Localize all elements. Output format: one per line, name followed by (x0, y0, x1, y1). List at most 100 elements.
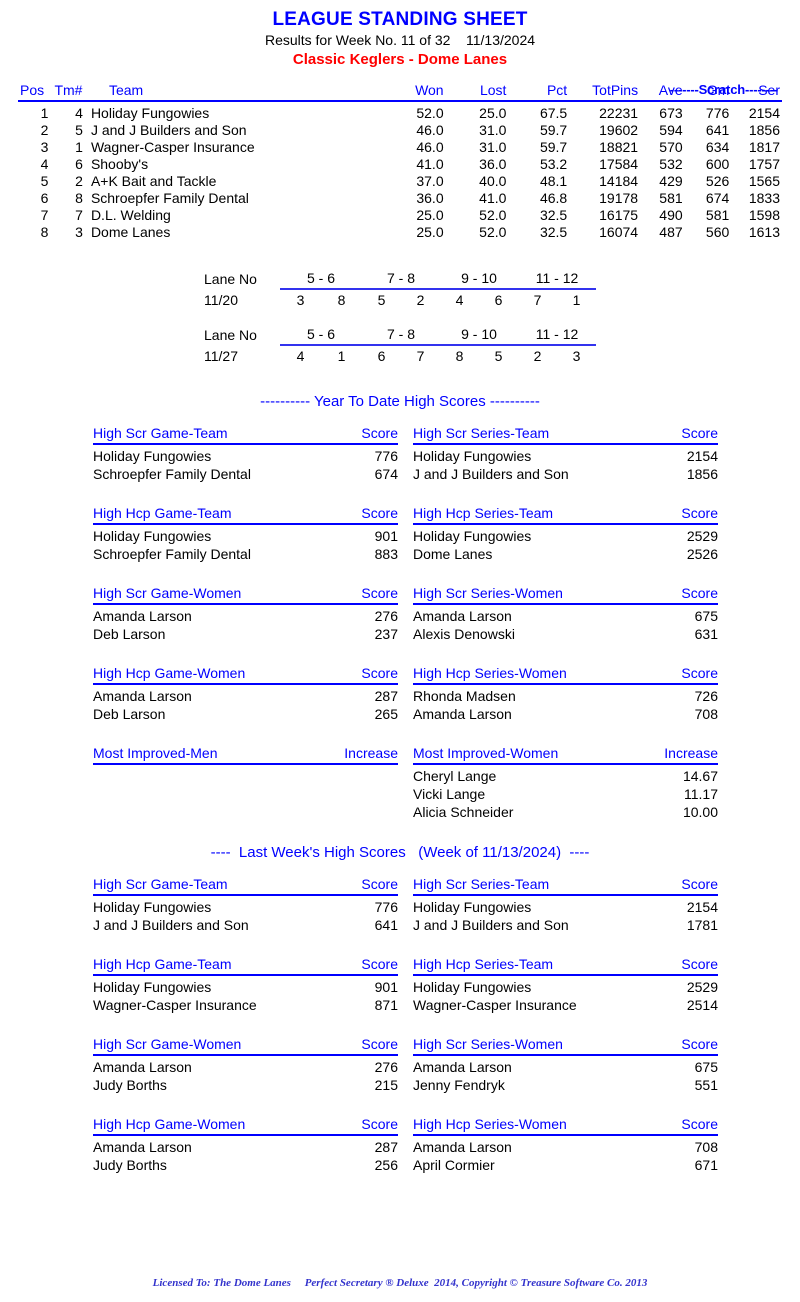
score-block-body: Holiday Fungowies 2529 Wagner-Casper Insur… (413, 976, 718, 1014)
score-block: High Hcp Game-Women Score Amanda Larson 287… (93, 665, 398, 723)
list-item: Holiday Fungowies 776 (93, 447, 398, 465)
cell-pos: 3 (40, 139, 49, 155)
cell-ser: 2154 (748, 105, 780, 121)
cell-ave: 429 (659, 173, 683, 189)
entry-value: 2529 (686, 979, 718, 995)
score-block-header: High Hcp Series-Team Score (413, 956, 718, 976)
list-item: Holiday Fungowies 776 (93, 898, 398, 916)
list-item: Rhonda Madsen 726 (413, 687, 718, 705)
entry-name: Amanda Larson (93, 1059, 192, 1075)
entry-name: Cheryl Lange (413, 768, 497, 784)
list-item: Schroepfer Family Dental 674 (93, 465, 398, 483)
cell-team: J and J Builders and Son (90, 122, 247, 138)
lane-team-number: 3 (572, 348, 581, 364)
score-block: High Scr Series-Women Score Amanda Larson 6… (413, 585, 718, 643)
lane-matchup-cell: 41 (280, 345, 362, 366)
cell-ser: 1856 (748, 122, 780, 138)
cell-team: Dome Lanes (90, 224, 171, 240)
entry-name: Deb Larson (93, 626, 166, 642)
list-item: Holiday Fungowies 2154 (413, 898, 718, 916)
score-column-label: Score (361, 876, 398, 892)
page-title: LEAGUE STANDING SHEET (272, 9, 528, 30)
score-block-body: Amanda Larson 287 Judy Borths 256 (93, 1136, 398, 1174)
lane-pair-header: 5 - 6 (280, 324, 362, 346)
entry-value: 10.00 (682, 804, 718, 820)
lane-matchup-cell: 23 (518, 345, 596, 366)
score-block-body: Holiday Fungowies 2154 J and J Builders an… (413, 445, 718, 483)
score-block-header: Most Improved-Women Increase (413, 745, 718, 765)
score-block-body: Holiday Fungowies 2154 J and J Builders an… (413, 896, 718, 934)
entry-value: 901 (374, 979, 398, 995)
entry-name: J and J Builders and Son (93, 917, 249, 933)
lane-team-number: 6 (377, 348, 386, 364)
score-block: High Hcp Game-Team Score Holiday Fungowies… (93, 505, 398, 563)
lane-schedule-section: Lane No 5 - 67 - 89 - 10 11 - 12 11/20 3 8 5 2 4… (0, 268, 800, 366)
entry-name: Wagner-Casper Insurance (413, 997, 577, 1013)
lane-pair-header: 7 - 8 (362, 324, 440, 346)
table-row: 6 8 Schroepfer Family Dental 36.0 41.0 46.8 19… (18, 190, 782, 207)
score-block-title: High Hcp Series-Team (413, 505, 554, 521)
cell-won: 25.0 (416, 207, 444, 223)
score-block-header: High Scr Game-Team Score (93, 425, 398, 445)
cell-team: A+K Bait and Tackle (90, 173, 217, 189)
lane-team-number: 2 (533, 348, 542, 364)
score-block-header: High Scr Game-Women Score (93, 585, 398, 605)
list-item: Amanda Larson 287 (93, 1138, 398, 1156)
score-block-body: Amanda Larson 276 Judy Borths 215 (93, 1056, 398, 1094)
score-block-body: Amanda Larson 675 Jenny Fendryk 551 (413, 1056, 718, 1094)
lane-schedule-block: Lane No 5 - 67 - 89 - 10 11 - 12 11/27 4 1 6 7 8… (0, 324, 800, 366)
cell-team: Shooby's (90, 156, 149, 172)
lane-matchup-cell: 85 (440, 345, 518, 366)
score-block-title: Most Improved-Women (413, 745, 559, 761)
list-item: Amanda Larson 287 (93, 687, 398, 705)
score-block: Most Improved-Men Increase (93, 745, 398, 767)
cell-won: 25.0 (416, 224, 444, 240)
score-block-header: High Hcp Series-Women Score (413, 1116, 718, 1136)
cell-team: Holiday Fungowies (90, 105, 210, 121)
entry-value: 776 (374, 899, 398, 915)
entry-value: 287 (374, 1139, 398, 1155)
list-item: Holiday Fungowies 2154 (413, 447, 718, 465)
score-block-title: High Hcp Game-Team (93, 956, 232, 972)
entry-name: Holiday Fungowies (413, 528, 532, 544)
cell-lost: 52.0 (479, 207, 507, 223)
list-item: Vicki Lange 11.17 (413, 785, 718, 803)
cell-team: Schroepfer Family Dental (90, 190, 249, 206)
cell-pos: 6 (40, 190, 49, 206)
scratch-group-label: -------Scratch-------- (669, 82, 778, 97)
score-block-title: High Scr Game-Team (93, 876, 228, 892)
score-block-header: High Scr Series-Team Score (413, 876, 718, 896)
entry-name: Jenny Fendryk (413, 1077, 505, 1093)
cell-tm: 3 (75, 224, 83, 240)
cell-totpins: 16175 (599, 207, 639, 223)
lane-date-label: 11/20 (204, 291, 238, 308)
lane-team-number: 1 (572, 292, 581, 308)
sheet-header: LEAGUE STANDING SHEET Results for Week N… (0, 0, 800, 70)
entry-value: 2526 (686, 546, 718, 562)
entry-value: 256 (374, 1157, 398, 1173)
list-item: J and J Builders and Son 641 (93, 916, 398, 934)
score-block-body: Amanda Larson 287 Deb Larson 265 (93, 685, 398, 723)
standings-section: -------Scratch-------- Pos Tm# Team Won … (18, 82, 782, 241)
entry-name: Amanda Larson (93, 688, 192, 704)
list-item: Amanda Larson 675 (413, 1058, 718, 1076)
lane-schedule-table: Lane No 5 - 67 - 89 - 10 11 - 12 11/20 3 8 5 2 4… (204, 268, 596, 310)
score-block-title: High Scr Series-Women (413, 585, 563, 601)
cell-team: D.L. Welding (90, 207, 171, 223)
list-item: Wagner-Casper Insurance 2514 (413, 996, 718, 1014)
standings-table: Pos Tm# Team Won Lost Pct TotPins Ave Gm… (18, 82, 782, 241)
cell-ave: 490 (659, 207, 683, 223)
entry-value: 641 (374, 917, 398, 933)
score-block-title: High Scr Series-Team (413, 876, 550, 892)
entry-value: 631 (694, 626, 718, 642)
entry-name: J and J Builders and Son (413, 917, 569, 933)
list-item: Amanda Larson 276 (93, 1058, 398, 1076)
score-column-label: Score (681, 585, 718, 601)
cell-won: 41.0 (416, 156, 444, 172)
entry-value: 237 (374, 626, 398, 642)
entry-value: 14.67 (682, 768, 718, 784)
entry-value: 276 (374, 1059, 398, 1075)
score-block-title: High Scr Series-Women (413, 1036, 563, 1052)
list-item: Amanda Larson 708 (413, 1138, 718, 1156)
cell-tm: 5 (75, 122, 83, 138)
